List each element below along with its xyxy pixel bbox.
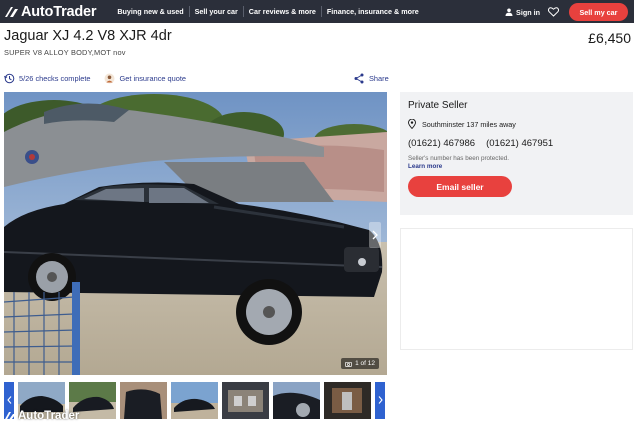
listing-title: Jaguar XJ 4.2 V8 XJR 4dr [4, 28, 172, 44]
share-label: Share [369, 74, 389, 83]
seller-phones: (01621) 467986 (01621) 467951 [408, 138, 625, 149]
user-icon [505, 8, 513, 16]
insurance-label: Get insurance quote [119, 74, 187, 83]
image-counter: 1 of 12 [341, 358, 379, 369]
seller-type: Private Seller [408, 100, 468, 111]
thumbnail-image [222, 381, 269, 419]
location-label: Southminster 137 miles away [422, 119, 516, 129]
listing-subtitle: SUPER V8 ALLOY BODY,MOT nov [4, 48, 126, 57]
chevron-left-icon [6, 396, 11, 404]
nav-link-sell[interactable]: Sell your car [188, 6, 243, 17]
insurance-quote-link[interactable]: Get insurance quote [104, 73, 186, 84]
watermark-text: AutoTrader [18, 410, 80, 422]
camera-icon [345, 361, 352, 367]
sign-in-label: Sign in [516, 7, 540, 17]
phone-number-2[interactable]: (01621) 467951 [486, 138, 553, 149]
seller-location: Southminster 137 miles away [408, 119, 625, 129]
thumbnail[interactable] [222, 381, 269, 419]
sign-in-link[interactable]: Sign in [505, 8, 540, 17]
thumbnail-image [120, 381, 167, 419]
seller-panel: Private Seller Southminster 137 miles aw… [400, 92, 633, 215]
history-check-icon [4, 73, 15, 84]
email-seller-button[interactable]: Email seller [408, 176, 512, 197]
share-icon [354, 73, 364, 84]
protected-note: Seller's number has been protected. [408, 155, 509, 162]
car-photo-illustration [4, 92, 387, 375]
thumbnail[interactable] [273, 381, 320, 419]
advert-placeholder [400, 228, 633, 350]
chevron-right-icon [372, 230, 378, 240]
thumbnail-image [171, 381, 218, 419]
heart-icon[interactable] [548, 7, 559, 17]
checks-label: 5/26 checks complete [19, 74, 91, 83]
nav-link-reviews[interactable]: Car reviews & more [242, 6, 321, 17]
thumb-next-button[interactable] [375, 381, 385, 419]
gallery-next-button[interactable] [369, 222, 381, 248]
chevron-right-icon [378, 396, 383, 404]
image-counter-label: 1 of 12 [355, 360, 375, 367]
thumbnail-image [273, 381, 320, 419]
autotrader-watermark: AutoTrader [3, 410, 79, 422]
thumbnail[interactable] [324, 381, 371, 419]
listing-price: £6,450 [588, 30, 631, 46]
sell-my-car-button[interactable]: Sell my car [569, 3, 628, 21]
autotrader-logo-icon [5, 6, 18, 17]
autotrader-logo-icon [4, 411, 16, 421]
autotrader-logo[interactable]: AutoTrader [4, 3, 97, 20]
insurance-icon [104, 73, 115, 84]
main-car-photo[interactable]: 1 of 12 [4, 92, 387, 375]
nav-link-finance[interactable]: Finance, insurance & more [320, 6, 424, 17]
phone-number-1[interactable]: (01621) 467986 [408, 138, 475, 149]
share-button[interactable]: Share [354, 73, 389, 84]
learn-more-link[interactable]: Learn more [408, 163, 625, 170]
nav-link-buying[interactable]: Buying new & used [112, 6, 188, 17]
thumbnail[interactable] [171, 381, 218, 419]
top-navigation: AutoTrader Buying new & used Sell your c… [0, 0, 634, 23]
location-pin-icon [408, 119, 416, 129]
logo-text: AutoTrader [21, 3, 97, 20]
thumbnail[interactable] [120, 381, 167, 419]
checks-complete-link[interactable]: 5/26 checks complete [4, 73, 90, 84]
thumbnail-image [324, 381, 371, 419]
